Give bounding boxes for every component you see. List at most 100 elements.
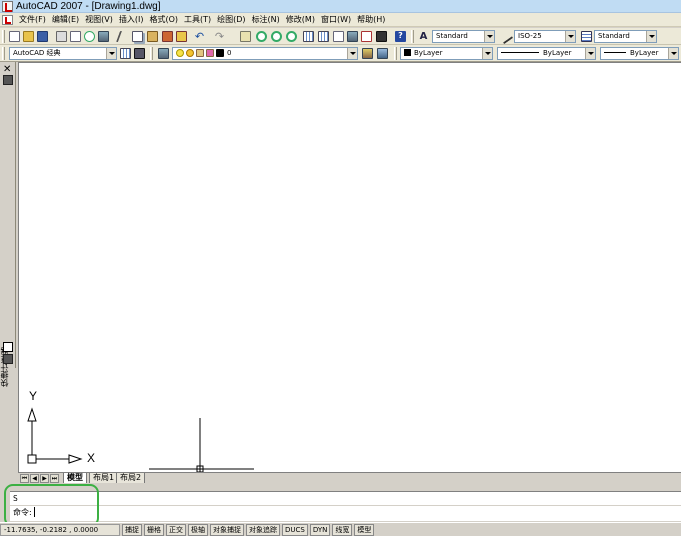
chevron-down-icon[interactable] (347, 48, 357, 59)
quickcalc-icon[interactable] (376, 31, 387, 42)
toolbar-grip[interactable] (150, 47, 153, 60)
command-line[interactable]: 命令: (10, 506, 681, 521)
text-style-dropdown[interactable]: Standard (432, 30, 495, 43)
dyn-toggle[interactable]: DYN (309, 523, 331, 536)
3d-dwf-icon[interactable] (98, 31, 109, 42)
dim-style-value: ISO-25 (518, 32, 542, 40)
redo-icon[interactable]: ↷ (214, 31, 225, 42)
color-value: ByLayer (414, 49, 443, 57)
layer-dropdown[interactable]: 0 (172, 47, 358, 60)
palette-autohide-icon[interactable] (3, 342, 13, 352)
chevron-down-icon[interactable] (482, 48, 492, 59)
menu-dimension[interactable]: 标注(N) (249, 13, 283, 27)
command-window: S 命令: (0, 483, 681, 522)
linetype-sample-icon (501, 52, 539, 53)
text-style-value: Standard (436, 32, 468, 40)
make-layer-current-icon[interactable] (362, 48, 373, 59)
model-toggle[interactable]: 模型 (354, 523, 375, 536)
ucs-x-label: X (87, 451, 96, 465)
markup-icon[interactable] (361, 31, 372, 42)
layer-thaw-icon[interactable] (186, 49, 194, 57)
chevron-down-icon[interactable] (565, 31, 575, 42)
workspace-settings-icon[interactable] (120, 48, 131, 59)
new-icon[interactable] (9, 31, 20, 42)
snap-toggle[interactable]: 捕捉 (122, 523, 142, 536)
zoom-window-icon[interactable] (271, 31, 282, 42)
pan-icon[interactable] (240, 31, 251, 42)
drawing-area[interactable]: Y X (18, 62, 681, 473)
menu-help[interactable]: 帮助(H) (354, 13, 388, 27)
lineweight-toggle[interactable]: 线宽 (332, 523, 353, 536)
layout-tabs-bar: ⏮ ◀ ▶ ⏭ 模型 布局1 布局2 (18, 472, 681, 484)
last-tab-icon[interactable]: ⏭ (50, 474, 59, 483)
print-preview-icon[interactable] (70, 31, 81, 42)
help-icon[interactable]: ? (395, 31, 406, 42)
prev-tab-icon[interactable]: ◀ (30, 474, 39, 483)
match-properties-icon[interactable] (162, 31, 173, 42)
chevron-down-icon[interactable] (106, 48, 116, 59)
properties-icon[interactable] (303, 31, 314, 42)
design-center-icon[interactable] (318, 31, 329, 42)
osnap-toggle[interactable]: 对象捕捉 (210, 523, 244, 536)
table-style-value: Standard (598, 32, 630, 40)
toolbar-grip[interactable] (394, 47, 397, 60)
close-icon[interactable]: ✕ (3, 65, 11, 75)
menu-edit[interactable]: 编辑(E) (49, 13, 82, 27)
layer-lock-icon[interactable] (196, 49, 204, 57)
palette-menu-icon[interactable] (3, 354, 13, 364)
layer-on-icon[interactable] (176, 49, 184, 57)
chevron-down-icon[interactable] (484, 31, 494, 42)
tool-palettes-icon[interactable] (333, 31, 344, 42)
zoom-previous-icon[interactable] (286, 31, 297, 42)
sheet-set-icon[interactable] (347, 31, 358, 42)
chevron-down-icon[interactable] (585, 48, 595, 59)
chevron-down-icon[interactable] (646, 31, 656, 42)
layer-plot-icon[interactable] (206, 49, 214, 57)
workspace-dropdown[interactable]: AutoCAD 经典 (9, 47, 117, 60)
publish-icon[interactable] (84, 31, 95, 42)
otrack-toggle[interactable]: 对象追踪 (246, 523, 280, 536)
menu-window[interactable]: 窗口(W) (318, 13, 354, 27)
chevron-down-icon[interactable] (668, 48, 678, 59)
block-editor-icon[interactable] (176, 31, 187, 42)
zoom-realtime-icon[interactable] (256, 31, 267, 42)
first-tab-icon[interactable]: ⏮ (20, 474, 29, 483)
workspace-save-icon[interactable] (134, 48, 145, 59)
ortho-toggle[interactable]: 正交 (166, 523, 186, 536)
layer-color-icon (216, 49, 224, 57)
menu-view[interactable]: 视图(V) (82, 13, 116, 27)
ucs-layer (27, 407, 254, 473)
standard-toolbar: ↶ ↷ ? A Standard ISO-25 Standard (0, 28, 681, 45)
palette-properties-icon[interactable] (3, 75, 13, 85)
open-icon[interactable] (23, 31, 34, 42)
save-icon[interactable] (37, 31, 48, 42)
copy-icon[interactable] (132, 31, 143, 42)
cut-icon[interactable] (115, 31, 132, 42)
layer-manager-icon[interactable] (158, 48, 169, 59)
toolbar-grip[interactable] (2, 30, 5, 43)
layer-previous-icon[interactable] (377, 48, 388, 59)
color-dropdown[interactable]: ByLayer (400, 47, 493, 60)
coordinate-display[interactable]: -11.7635, -0.2182 , 0.0000 (0, 523, 120, 536)
menu-format[interactable]: 格式(O) (146, 13, 181, 27)
table-style-dropdown[interactable]: Standard (594, 30, 657, 43)
toolbar-grip[interactable] (2, 47, 5, 60)
grid-toggle[interactable]: 栅格 (144, 523, 164, 536)
document-icon[interactable] (2, 14, 13, 25)
linetype-dropdown[interactable]: ByLayer (497, 47, 596, 60)
menu-tools[interactable]: 工具(T) (181, 13, 214, 27)
lineweight-dropdown[interactable]: ByLayer (600, 47, 679, 60)
menu-insert[interactable]: 插入(I) (116, 13, 147, 27)
polar-toggle[interactable]: 极轴 (188, 523, 208, 536)
menu-modify[interactable]: 修改(M) (283, 13, 318, 27)
print-icon[interactable] (56, 31, 67, 42)
undo-icon[interactable]: ↶ (194, 31, 205, 42)
lineweight-sample-icon (604, 52, 626, 53)
toolbar-grip[interactable] (411, 30, 414, 43)
menu-draw[interactable]: 绘图(D) (214, 13, 248, 27)
dim-style-dropdown[interactable]: ISO-25 (514, 30, 576, 43)
menu-file[interactable]: 文件(F) (16, 13, 49, 27)
paste-icon[interactable] (147, 31, 158, 42)
next-tab-icon[interactable]: ▶ (40, 474, 49, 483)
ducs-toggle[interactable]: DUCS (282, 523, 308, 536)
